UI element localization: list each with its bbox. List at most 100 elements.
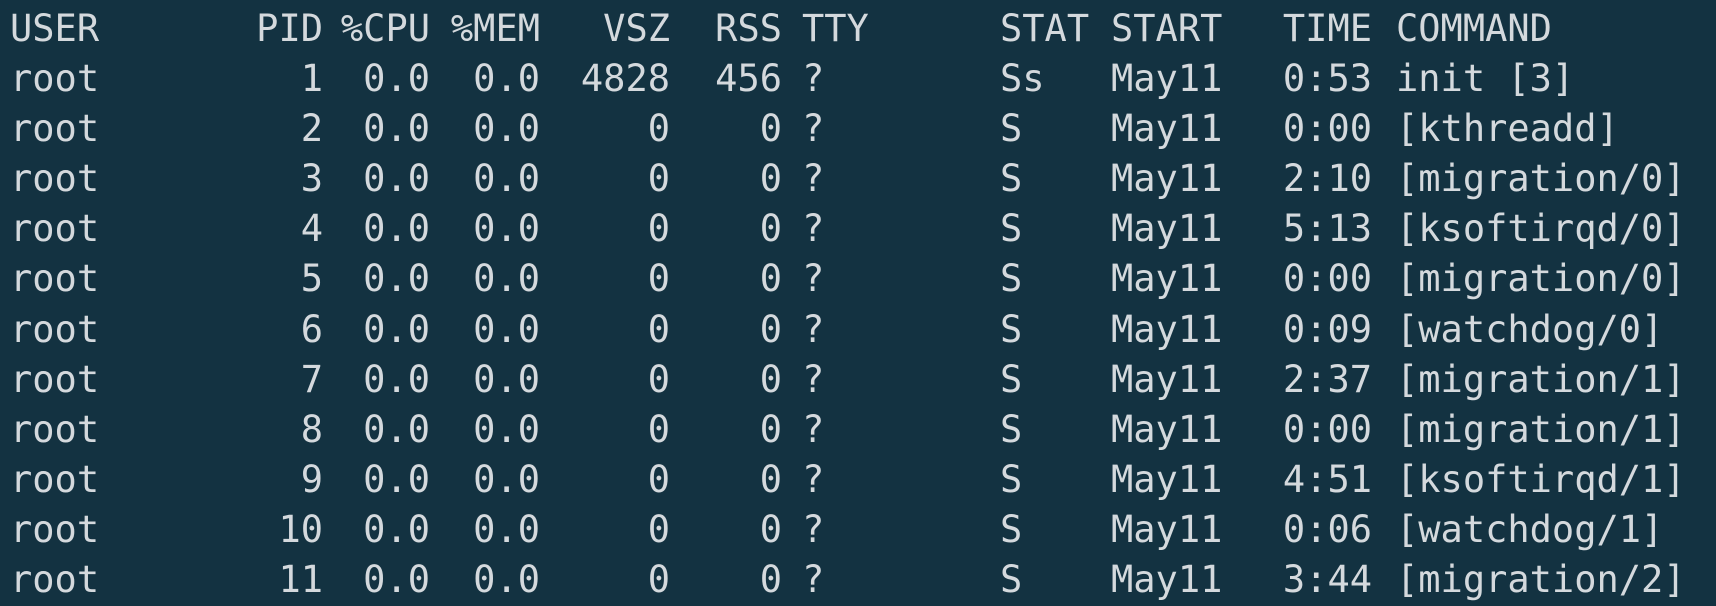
cell-cpu: 0.0 bbox=[363, 57, 430, 100]
process-row: root 1 0.0 0.0 4828 456? Ss May11 0:53 init [3] bbox=[0, 54, 1716, 104]
cell-cpu: 0.0 bbox=[363, 457, 430, 501]
cell-tty: ? bbox=[802, 107, 825, 151]
cell-user: root bbox=[10, 207, 100, 251]
process-row: root 7 0.0 0.0 0 0? S May11 2:37 [migration/1] bbox=[0, 355, 1716, 405]
process-row: root 9 0.0 0.0 0 0? S May11 4:51 [ksoftirqd/1] bbox=[0, 455, 1716, 505]
cell-time: 0:09 bbox=[1282, 307, 1372, 351]
cell-start: May11 bbox=[1111, 157, 1223, 201]
column-header-mem: %MEM bbox=[450, 7, 540, 50]
cell-vsz: 0 bbox=[647, 407, 670, 451]
cell-cpu: 0.0 bbox=[363, 107, 430, 151]
cell-command: [ksoftirqd/0] bbox=[1396, 207, 1686, 251]
cell-cpu: 0.0 bbox=[363, 558, 430, 601]
cell-vsz: 0 bbox=[647, 357, 670, 401]
cell-start: May11 bbox=[1111, 307, 1223, 351]
cell-rss: 0 bbox=[759, 357, 782, 401]
cell-vsz: 0 bbox=[647, 157, 670, 201]
cell-user: root bbox=[10, 157, 100, 201]
cell-time: 0:06 bbox=[1282, 507, 1372, 551]
cell-mem: 0.0 bbox=[473, 157, 540, 201]
cell-time: 4:51 bbox=[1282, 457, 1372, 501]
cell-user: root bbox=[10, 257, 100, 301]
cell-vsz: 0 bbox=[647, 558, 670, 601]
cell-command: [migration/1] bbox=[1396, 357, 1686, 401]
cell-rss: 0 bbox=[759, 558, 782, 601]
cell-pid: 3 bbox=[300, 157, 323, 201]
ps-header-row: USER PID %CPU %MEM VSZ RSS TTY STAT STAR… bbox=[0, 4, 1716, 54]
cell-start: May11 bbox=[1111, 207, 1223, 251]
cell-time: 5:13 bbox=[1282, 207, 1372, 251]
process-row: root 3 0.0 0.0 0 0? S May11 2:10 [migration/0] bbox=[0, 154, 1716, 204]
cell-tty: ? bbox=[802, 357, 825, 401]
cell-command: [watchdog/1] bbox=[1396, 507, 1664, 551]
cell-stat: Ss bbox=[1000, 57, 1045, 100]
cell-tty: ? bbox=[802, 157, 825, 201]
cell-user: root bbox=[10, 558, 100, 601]
cell-stat: S bbox=[1000, 558, 1023, 601]
cell-pid: 1 bbox=[300, 57, 323, 100]
cell-time: 0:00 bbox=[1282, 107, 1372, 151]
cell-cpu: 0.0 bbox=[363, 407, 430, 451]
cell-user: root bbox=[10, 357, 100, 401]
cell-tty: ? bbox=[802, 507, 825, 551]
cell-command: [migration/0] bbox=[1396, 157, 1686, 201]
cell-vsz: 0 bbox=[647, 507, 670, 551]
cell-user: root bbox=[10, 57, 100, 100]
cell-tty: ? bbox=[802, 307, 825, 351]
cell-command: [ksoftirqd/1] bbox=[1396, 457, 1686, 501]
column-header-command: COMMAND bbox=[1396, 7, 1552, 50]
cell-vsz: 0 bbox=[647, 257, 670, 301]
cell-rss: 0 bbox=[759, 507, 782, 551]
cell-start: May11 bbox=[1111, 107, 1223, 151]
cell-tty: ? bbox=[802, 558, 825, 601]
process-row: root 6 0.0 0.0 0 0? S May11 0:09 [watchdog/0] bbox=[0, 305, 1716, 355]
process-row: root 8 0.0 0.0 0 0? S May11 0:00 [migration/1] bbox=[0, 405, 1716, 455]
cell-stat: S bbox=[1000, 307, 1023, 351]
cell-cpu: 0.0 bbox=[363, 157, 430, 201]
cell-user: root bbox=[10, 307, 100, 351]
cell-mem: 0.0 bbox=[473, 207, 540, 251]
column-header-stat: STAT bbox=[1000, 7, 1090, 50]
column-header-cpu: %CPU bbox=[340, 7, 430, 50]
cell-pid: 7 bbox=[300, 357, 323, 401]
cell-rss: 0 bbox=[759, 207, 782, 251]
cell-start: May11 bbox=[1111, 558, 1223, 601]
cell-pid: 11 bbox=[278, 558, 323, 601]
cell-command: [migration/2] bbox=[1396, 558, 1686, 601]
column-header-time: TIME bbox=[1282, 7, 1372, 50]
cell-mem: 0.0 bbox=[473, 57, 540, 100]
cell-cpu: 0.0 bbox=[363, 507, 430, 551]
cell-command: [migration/1] bbox=[1396, 407, 1686, 451]
terminal-window[interactable]: USER PID %CPU %MEM VSZ RSS TTY STAT STAR… bbox=[0, 0, 1716, 606]
cell-vsz: 0 bbox=[647, 457, 670, 501]
cell-pid: 9 bbox=[300, 457, 323, 501]
process-row: root 10 0.0 0.0 0 0? S May11 0:06 [watchdog/1] bbox=[0, 505, 1716, 555]
cell-time: 2:10 bbox=[1282, 157, 1372, 201]
cell-start: May11 bbox=[1111, 357, 1223, 401]
cell-mem: 0.0 bbox=[473, 558, 540, 601]
cell-command: [kthreadd] bbox=[1396, 107, 1619, 151]
cell-rss: 456 bbox=[715, 57, 782, 100]
cell-time: 2:37 bbox=[1282, 357, 1372, 401]
column-header-user: USER bbox=[10, 7, 100, 50]
process-row: root 5 0.0 0.0 0 0? S May11 0:00 [migration/0] bbox=[0, 254, 1716, 304]
cell-mem: 0.0 bbox=[473, 357, 540, 401]
column-header-tty: TTY bbox=[802, 7, 869, 50]
cell-time: 0:00 bbox=[1282, 407, 1372, 451]
cell-user: root bbox=[10, 407, 100, 451]
cell-cpu: 0.0 bbox=[363, 307, 430, 351]
cell-tty: ? bbox=[802, 257, 825, 301]
cell-tty: ? bbox=[802, 207, 825, 251]
cell-stat: S bbox=[1000, 107, 1023, 151]
cell-tty: ? bbox=[802, 407, 825, 451]
cell-stat: S bbox=[1000, 207, 1023, 251]
cell-vsz: 0 bbox=[647, 107, 670, 151]
cell-rss: 0 bbox=[759, 307, 782, 351]
cell-rss: 0 bbox=[759, 157, 782, 201]
column-header-rss: RSS bbox=[715, 7, 782, 50]
cell-rss: 0 bbox=[759, 107, 782, 151]
cell-stat: S bbox=[1000, 357, 1023, 401]
cell-stat: S bbox=[1000, 257, 1023, 301]
cell-rss: 0 bbox=[759, 407, 782, 451]
cell-mem: 0.0 bbox=[473, 457, 540, 501]
